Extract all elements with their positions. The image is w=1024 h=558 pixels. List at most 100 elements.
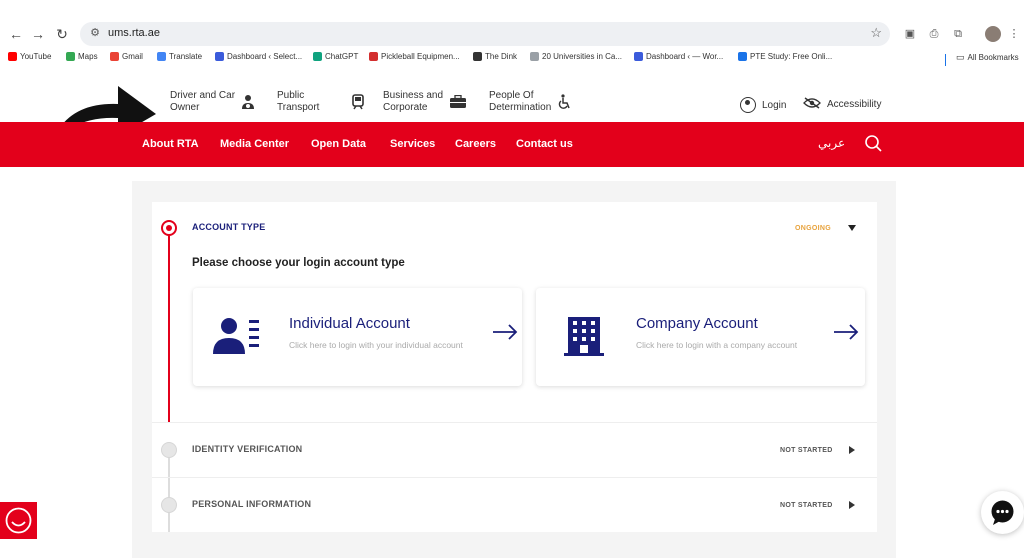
bookmark-favicon-icon [215, 52, 224, 61]
login-link[interactable]: Login [740, 97, 786, 113]
site-info-icon[interactable]: ⚙ [88, 26, 102, 40]
bookmark-favicon-icon [634, 52, 643, 61]
forward-icon[interactable]: → [28, 24, 48, 44]
bookmark-separator [945, 54, 946, 66]
browser-toolbar: ← → ↻ ⚙ ums.rta.ae ☆ ▣ ⎙ ⧉ ⋮ [0, 18, 1024, 50]
bookmark-favicon-icon [313, 52, 322, 61]
step-status-not-started: NOT STARTED [780, 502, 833, 509]
timeline-pending [168, 512, 170, 532]
caret-down-icon[interactable] [848, 225, 856, 231]
caret-right-icon[interactable] [849, 501, 855, 509]
extension-icon[interactable]: ▣ [902, 26, 918, 42]
building-icon [564, 317, 604, 356]
bookmark-item[interactable]: Maps [66, 52, 98, 61]
bookmark-label: Gmail [122, 52, 143, 61]
bookmark-label: Pickleball Equipmen... [381, 52, 460, 61]
caret-right-icon[interactable] [849, 446, 855, 454]
bookmark-item[interactable]: Dashboard ‹ Select... [215, 52, 302, 61]
bookmark-item[interactable]: Gmail [110, 52, 143, 61]
chat-bubble-icon [991, 500, 1014, 525]
timeline-pending [168, 456, 170, 500]
bookmark-item[interactable]: Pickleball Equipmen... [369, 52, 460, 61]
bookmark-item[interactable]: 20 Universities in Ca... [530, 52, 622, 61]
briefcase-icon [449, 94, 467, 110]
step-indicator-pending [161, 497, 177, 513]
bookmark-star-icon[interactable]: ☆ [870, 25, 882, 41]
step-title-personal-information[interactable]: PERSONAL INFORMATION [192, 499, 311, 509]
menu-contact-us[interactable]: Contact us [516, 138, 573, 150]
url-text: ums.rta.ae [108, 27, 160, 39]
train-icon [351, 93, 365, 111]
menu-about-rta[interactable]: About RTA [142, 138, 199, 150]
company-account-title: Company Account [636, 315, 758, 332]
company-account-subtitle: Click here to login with a company accou… [636, 340, 798, 350]
timeline-progress [168, 233, 170, 423]
step-status-not-started: NOT STARTED [780, 447, 833, 454]
menu-careers[interactable]: Careers [455, 138, 496, 150]
accessibility-link[interactable]: Accessibility [803, 97, 881, 112]
bookmark-item[interactable]: PTE Study: Free Onli... [738, 52, 832, 61]
browser-chrome: ← → ↻ ⚙ ums.rta.ae ☆ ▣ ⎙ ⧉ ⋮ ▭ All Bookm… [0, 0, 1024, 70]
language-toggle[interactable]: عربي [818, 136, 845, 150]
bookmark-item[interactable]: Dashboard ‹ — Wor... [634, 52, 723, 61]
feedback-smiley-button[interactable] [0, 502, 37, 539]
nav-public-transport[interactable]: Public Transport [277, 90, 365, 114]
search-icon[interactable] [864, 134, 882, 152]
bookmark-favicon-icon [157, 52, 166, 61]
bookmark-item[interactable]: YouTube [8, 52, 51, 61]
address-bar[interactable]: ⚙ ums.rta.ae ☆ [80, 22, 890, 46]
bookmark-favicon-icon [530, 52, 539, 61]
chat-button[interactable] [981, 491, 1024, 534]
bookmark-item[interactable]: ChatGPT [313, 52, 358, 61]
menu-media-center[interactable]: Media Center [220, 138, 289, 150]
main-menu-bar: About RTA Media Center Open Data Service… [0, 122, 1024, 167]
step-indicator-pending [161, 442, 177, 458]
individual-user-icon [213, 318, 259, 354]
bookmark-label: YouTube [20, 52, 52, 61]
bookmark-label: PTE Study: Free Onli... [750, 52, 833, 61]
back-icon[interactable]: ← [6, 24, 26, 44]
bookmark-label: Translate [169, 52, 203, 61]
individual-account-title: Individual Account [289, 315, 410, 332]
step-status-ongoing: ONGOING [795, 225, 831, 232]
bookmark-label: Dashboard ‹ Select... [227, 52, 303, 61]
wheelchair-icon [557, 93, 571, 111]
bookmark-favicon-icon [66, 52, 75, 61]
menu-services[interactable]: Services [390, 138, 435, 150]
profile-avatar[interactable] [985, 26, 1001, 42]
arrow-right-icon [834, 324, 859, 340]
menu-kebab-icon[interactable]: ⋮ [1006, 26, 1022, 42]
step-indicator-active [161, 220, 177, 236]
bookmark-label: Maps [78, 52, 98, 61]
driver-icon [241, 94, 255, 111]
nav-driver-car-owner[interactable]: Driver and Car Owner [170, 90, 255, 114]
smiley-icon [5, 507, 32, 534]
arrow-right-icon [493, 324, 518, 340]
reload-icon[interactable]: ↻ [52, 24, 72, 44]
step-divider [152, 477, 877, 478]
bookmark-favicon-icon [738, 52, 747, 61]
bookmark-label: 20 Universities in Ca... [542, 52, 623, 61]
bookmarks-bar: ▭ All Bookmarks YouTube Maps Gmail Translat… [0, 52, 1024, 68]
bookmark-item[interactable]: The Dink [473, 52, 517, 61]
puzzle-icon[interactable]: ⧉ [950, 26, 966, 42]
bookmark-item[interactable]: Translate [157, 52, 202, 61]
step-title-identity-verification[interactable]: IDENTITY VERIFICATION [192, 444, 302, 454]
eye-slash-icon [803, 97, 821, 112]
bookmark-label: ChatGPT [325, 52, 359, 61]
nav-business-corporate[interactable]: Business and Corporate [383, 90, 467, 114]
step-divider [152, 422, 877, 423]
printer-icon[interactable]: ⎙ [926, 26, 942, 42]
individual-account-card[interactable]: Individual Account Click here to login w… [193, 288, 522, 386]
nav-people-of-determination[interactable]: People Of Determination [489, 90, 571, 114]
folder-icon: ▭ [956, 52, 965, 62]
menu-open-data[interactable]: Open Data [311, 138, 366, 150]
bookmark-label: The Dink [485, 52, 518, 61]
account-type-prompt: Please choose your login account type [192, 257, 405, 269]
bookmark-favicon-icon [110, 52, 119, 61]
all-bookmarks[interactable]: ▭ All Bookmarks [956, 52, 1019, 63]
company-account-card[interactable]: Company Account Click here to login with… [536, 288, 865, 386]
bookmark-favicon-icon [369, 52, 378, 61]
bookmark-label: Dashboard ‹ — Wor... [646, 52, 724, 61]
step-title-account-type[interactable]: ACCOUNT TYPE [192, 222, 265, 232]
